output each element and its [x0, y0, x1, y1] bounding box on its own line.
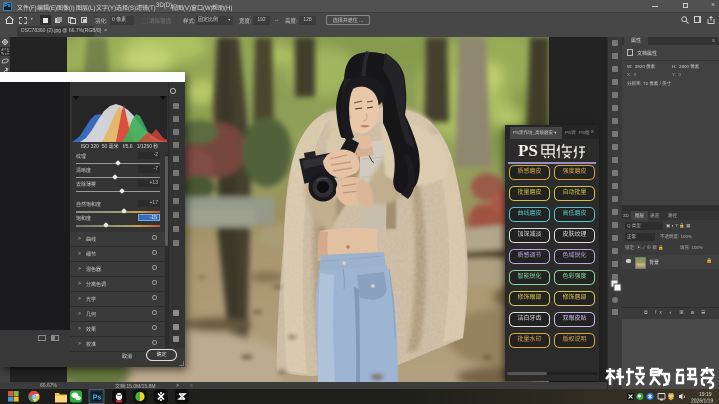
svg-text:Ps: Ps: [93, 394, 102, 401]
svg-text:2026/1/19: 2026/1/19: [691, 399, 713, 404]
svg-text:英: 英: [668, 393, 674, 401]
svg-text:PS: PS: [518, 141, 538, 160]
svg-text:19:19: 19:19: [699, 392, 712, 398]
